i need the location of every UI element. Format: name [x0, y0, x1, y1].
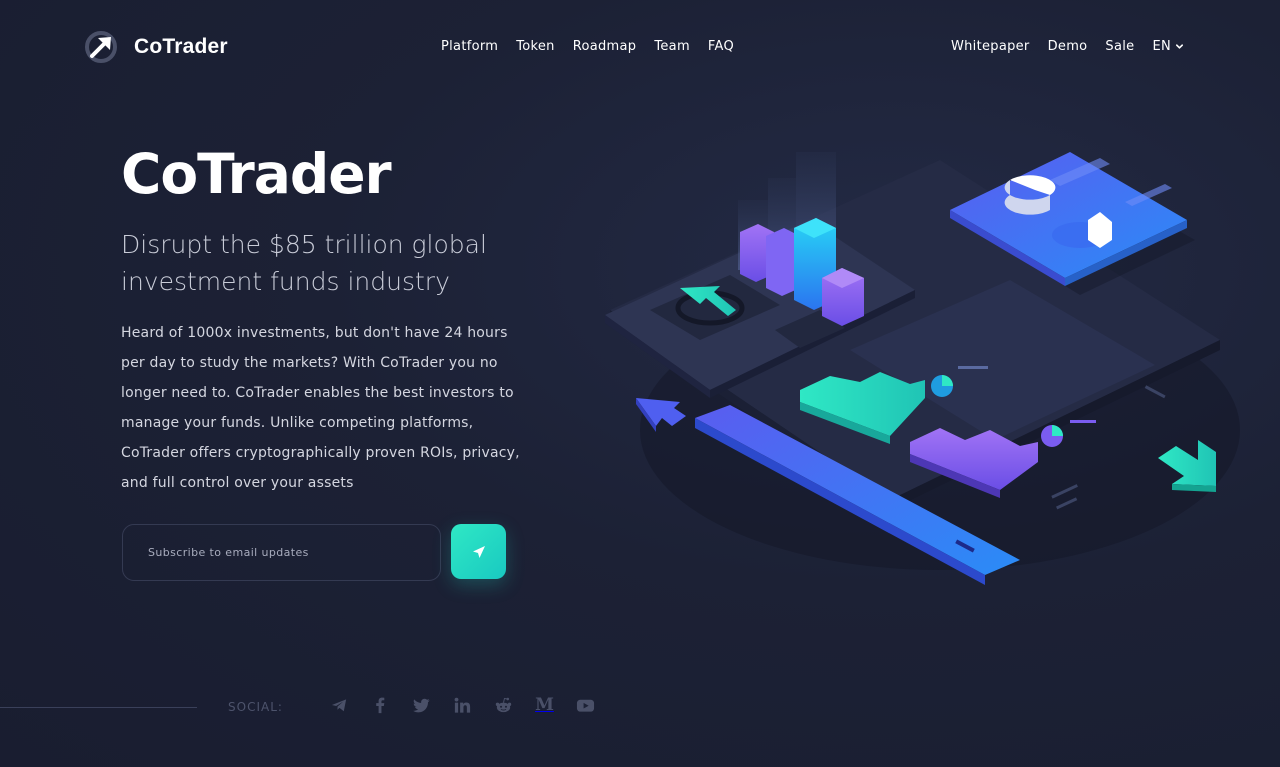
youtube-icon[interactable] [574, 694, 597, 716]
subscribe-button[interactable] [451, 524, 506, 579]
logo-arrow-icon [85, 31, 117, 63]
dashboard-illustration [605, 152, 1240, 585]
brand-logo[interactable]: CoTrader [84, 30, 228, 64]
secondary-nav: Whitepaper Demo Sale EN [951, 39, 1184, 54]
subscribe-field [122, 524, 441, 581]
twitter-icon[interactable] [410, 694, 433, 716]
nav-token[interactable]: Token [516, 39, 555, 54]
nav-faq[interactable]: FAQ [708, 39, 734, 54]
chevron-down-icon [1175, 44, 1184, 49]
social-label: SOCIAL: [228, 700, 283, 714]
medium-letter: M [535, 695, 554, 715]
linkedin-icon[interactable] [451, 694, 474, 716]
email-input[interactable] [123, 525, 440, 580]
nav-roadmap[interactable]: Roadmap [573, 39, 637, 54]
telegram-icon[interactable] [328, 694, 351, 716]
send-icon [472, 545, 485, 558]
reddit-icon[interactable] [492, 694, 515, 716]
nav-platform[interactable]: Platform [441, 39, 498, 54]
hero-description: Heard of 1000x investments, but don't ha… [121, 325, 520, 491]
social-divider [0, 707, 197, 708]
hero-title: CoTrader [121, 142, 392, 206]
language-selector[interactable]: EN [1152, 39, 1184, 54]
nav-team[interactable]: Team [654, 39, 690, 54]
hero-subtitle: Disrupt the $85 trillion global investme… [121, 230, 487, 296]
nav-sale[interactable]: Sale [1105, 39, 1134, 54]
medium-icon[interactable]: M [533, 694, 556, 716]
nav-demo[interactable]: Demo [1048, 39, 1088, 54]
facebook-icon[interactable] [369, 694, 392, 716]
main-nav: Platform Token Roadmap Team FAQ [441, 39, 734, 54]
language-label: EN [1152, 39, 1171, 54]
mini-line-1 [958, 366, 988, 369]
mini-line-2 [1070, 420, 1096, 423]
brand-name: CoTrader [134, 35, 228, 58]
social-links: M [328, 694, 597, 716]
nav-whitepaper[interactable]: Whitepaper [951, 39, 1030, 54]
